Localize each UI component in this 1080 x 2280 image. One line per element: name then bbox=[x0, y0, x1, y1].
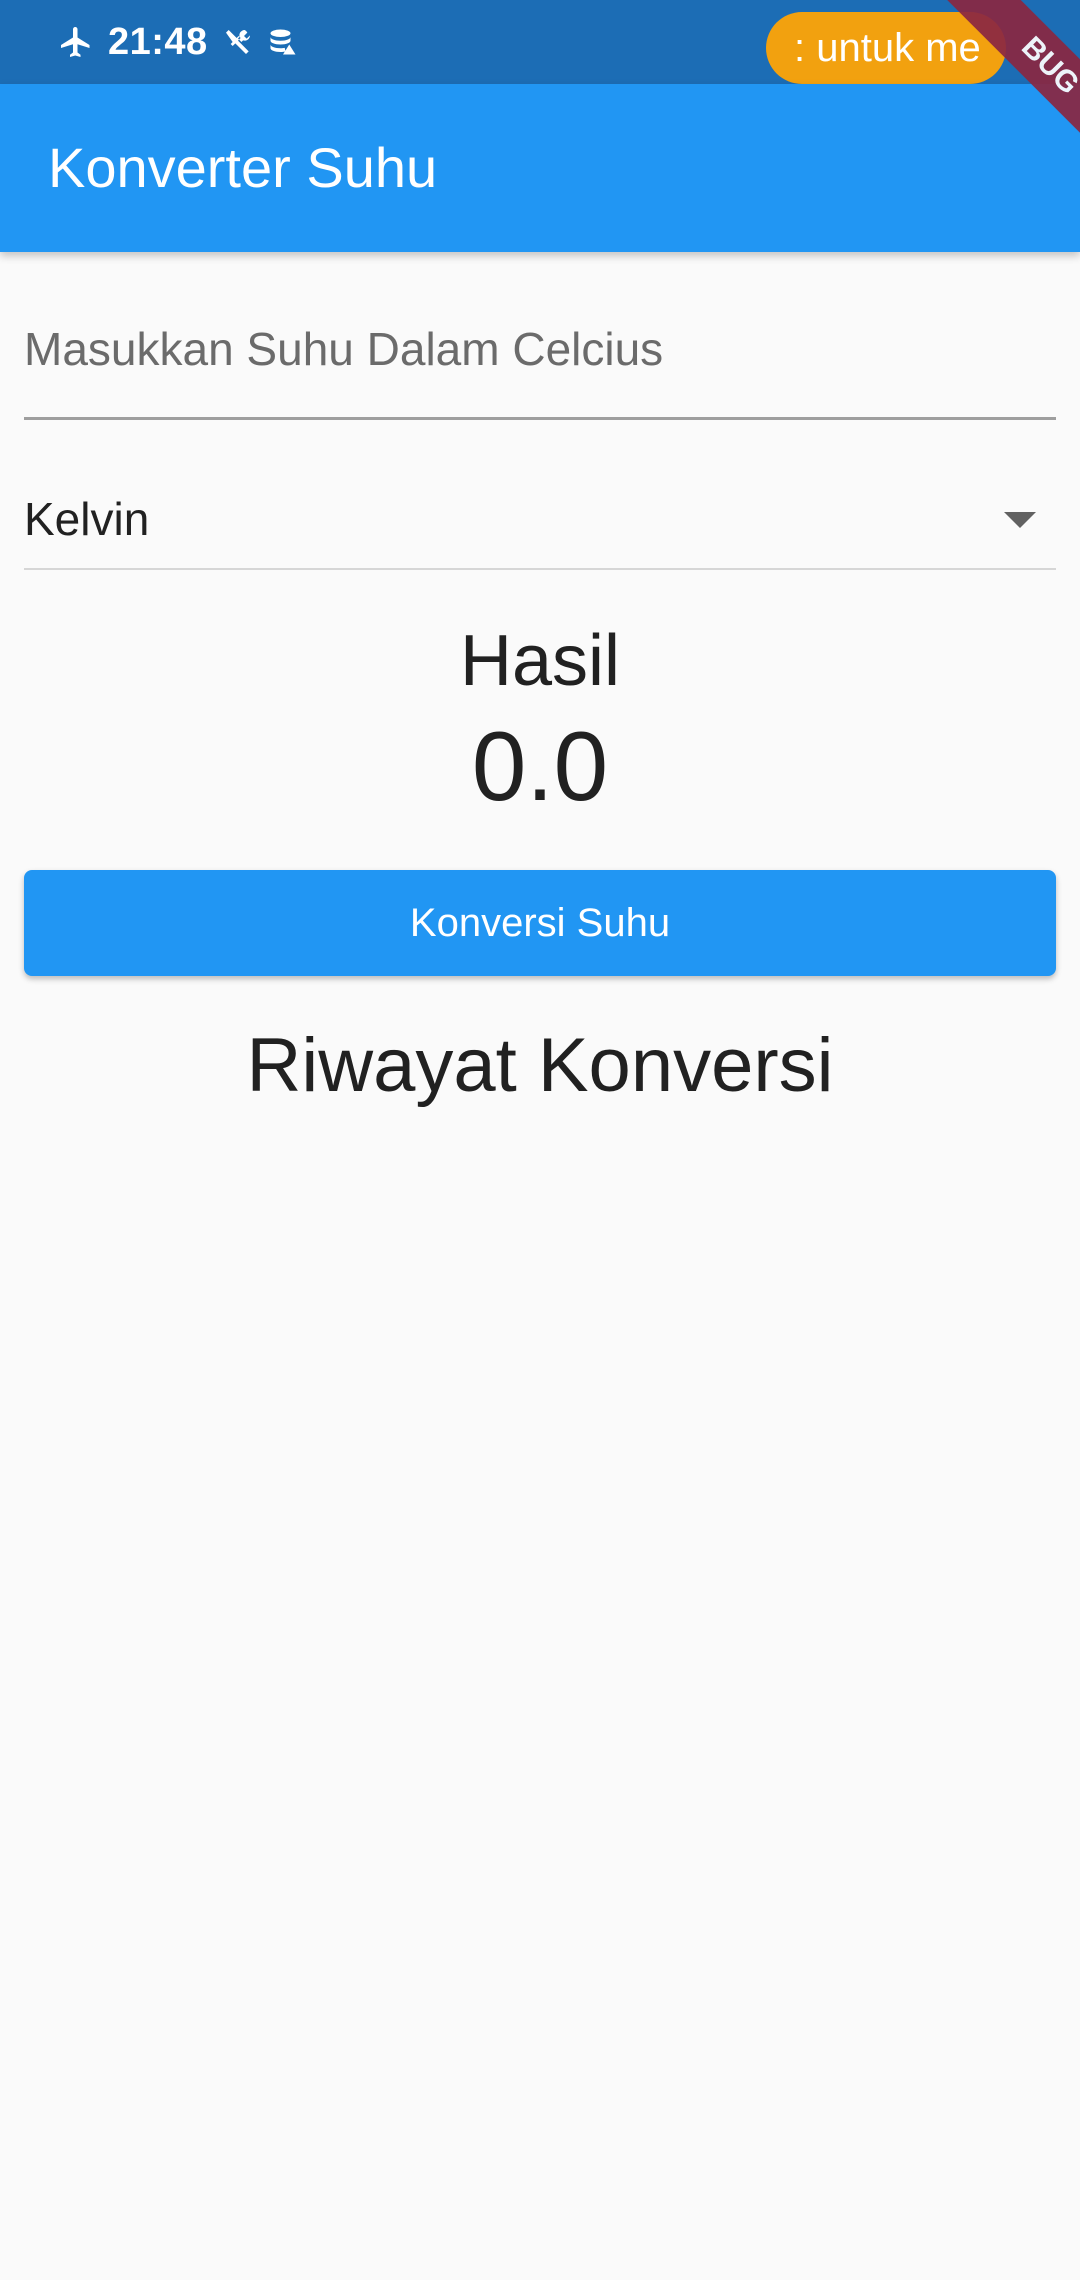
temperature-input-placeholder: Masukkan Suhu Dalam Celcius bbox=[24, 323, 664, 375]
dropdown-arrow-icon bbox=[1004, 512, 1036, 528]
airplane-icon bbox=[58, 24, 94, 60]
status-time: 21:48 bbox=[108, 20, 208, 63]
temperature-input[interactable]: Masukkan Suhu Dalam Celcius bbox=[24, 310, 1056, 420]
result-value: 0.0 bbox=[471, 711, 609, 821]
dropdown-underline bbox=[24, 568, 1056, 570]
result-label: Hasil bbox=[459, 621, 621, 701]
input-underline bbox=[24, 417, 1056, 420]
app-bar: Konverter Suhu bbox=[0, 84, 1080, 252]
status-bar-left: 21:48 bbox=[58, 0, 298, 84]
unit-dropdown[interactable]: Kelvin bbox=[24, 478, 1056, 570]
convert-button[interactable]: Konversi Suhu bbox=[24, 870, 1056, 976]
app-title: Konverter Suhu bbox=[48, 136, 438, 199]
tools-icon bbox=[222, 26, 254, 58]
status-bar: 21:48 : untuk me bbox=[0, 0, 1080, 84]
storage-icon bbox=[268, 27, 298, 57]
history-title: Riwayat Konversi bbox=[246, 1023, 834, 1108]
app-screen: 21:48 : untuk me BUG Konverter Suhu Masu… bbox=[0, 0, 1080, 2280]
unit-dropdown-value: Kelvin bbox=[24, 493, 150, 545]
